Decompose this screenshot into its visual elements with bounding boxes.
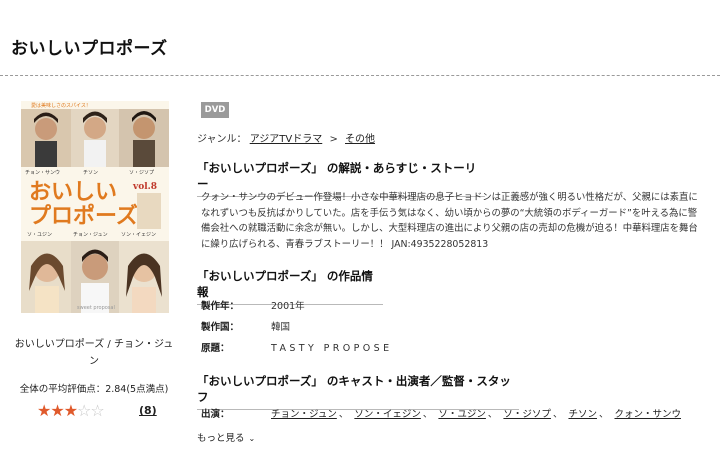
- info-row-year: 製作年： 2001年: [201, 300, 392, 321]
- genre-separator: >: [329, 134, 338, 145]
- info-table: 製作年： 2001年 製作国： 韓国 原題： TASTY PROPOSE: [201, 300, 392, 363]
- info-label: 製作国：: [201, 322, 240, 333]
- cover-cast-top-1: チョン・サンウ: [25, 169, 60, 176]
- star-filled-icon: ★: [37, 401, 51, 420]
- cover-tagline: sweet proposal: [77, 305, 115, 311]
- info-value: TASTY PROPOSE: [271, 343, 393, 354]
- cover-cast-bottom-1: ソ・ユジン: [27, 232, 52, 238]
- show-more-label: もっと見る: [197, 433, 245, 444]
- info-label: 原題：: [201, 343, 230, 354]
- cast-separator: 、: [552, 409, 563, 420]
- info-row-original-title: 原題： TASTY PROPOSE: [201, 342, 392, 363]
- cast-label: 出演：: [201, 409, 230, 420]
- info-value: 韓国: [271, 322, 291, 333]
- cast-list: チョン・ジュン、ソン・イェジン、ソ・ユジン、ソ・ジソプ、チソン、クォン・サンウ: [271, 406, 681, 420]
- cover-cast-bottom-3: ソン・イェジン: [121, 232, 156, 238]
- star-filled-icon: ★: [50, 401, 64, 420]
- genre-link-asian-tv-drama[interactable]: アジアTVドラマ: [250, 134, 323, 145]
- cast-row: 出演： チョン・ジュン、ソン・イェジン、ソ・ユジン、ソ・ジソプ、チソン、クォン・…: [201, 406, 681, 420]
- genre-link-other[interactable]: その他: [345, 134, 375, 145]
- dvd-cover-image[interactable]: 愛は美味しさのスパイス！ チョン・サンウ チソン ソ・ジソプ おいしい プロポー…: [21, 101, 169, 313]
- title-divider: [0, 75, 720, 76]
- cover-title-line-2: プロポーズ: [29, 203, 138, 229]
- cover-volume: vol.8: [132, 182, 157, 192]
- cast-link[interactable]: チソン: [568, 409, 597, 420]
- cover-cast-bottom-2: チョン・ジュン: [73, 232, 108, 238]
- chevron-down-icon: ⌄: [248, 434, 256, 443]
- star-empty-icon: ☆: [77, 401, 91, 420]
- star-filled-icon: ★: [63, 401, 78, 420]
- cast-link[interactable]: ソン・イェジン: [354, 409, 421, 420]
- genre-label: ジャンル：: [197, 134, 247, 145]
- cover-cast-top-3: ソ・ジソプ: [129, 170, 154, 176]
- info-row-country: 製作国： 韓国: [201, 321, 392, 342]
- show-more-link[interactable]: もっと見る ⌄: [197, 430, 255, 444]
- cover-cake: [137, 193, 161, 229]
- page-title: おいしいプロポーズ: [11, 39, 168, 59]
- genre-breadcrumb: ジャンル： アジアTVドラマ > その他: [197, 130, 375, 145]
- cast-link[interactable]: ソ・ユジン: [438, 409, 486, 420]
- rating-stars: ★★★☆☆: [37, 401, 105, 420]
- synopsis-text: クォン・サンウのデビュー作登場！小さな中華料理店の息子ヒョドンは正義感が強く明る…: [201, 192, 698, 250]
- star-empty-icon: ☆: [90, 401, 104, 420]
- cover-cast-top-2: チソン: [83, 170, 98, 176]
- cast-heading: 「おいしいプロポーズ」 のキャスト・出演者／監督・スタッフ: [197, 373, 519, 410]
- svg-text:愛は美味しさのスパイス！: 愛は美味しさのスパイス！: [31, 102, 91, 109]
- average-rating-text: 全体の平均評価点：2.84(5点満点): [19, 384, 169, 395]
- info-label: 製作年：: [201, 301, 240, 312]
- cast-link[interactable]: クォン・サンウ: [614, 409, 681, 420]
- cast-link[interactable]: チョン・ジュン: [271, 409, 337, 420]
- cast-separator: 、: [487, 409, 498, 420]
- item-title[interactable]: おいしいプロポーズ / チョン・ジュン: [14, 336, 174, 370]
- cover-title-line-1: おいしい: [29, 180, 117, 205]
- format-badge: DVD: [201, 102, 229, 118]
- info-value: 2001年: [271, 301, 305, 312]
- cast-separator: 、: [598, 409, 609, 420]
- cast-link[interactable]: ソ・ジソプ: [503, 409, 551, 420]
- cast-separator: 、: [422, 409, 433, 420]
- cover-art: 愛は美味しさのスパイス！ チョン・サンウ チソン ソ・ジソプ おいしい プロポー…: [21, 101, 169, 313]
- rating-count-link[interactable]: (8): [139, 404, 157, 417]
- cast-separator: 、: [338, 409, 349, 420]
